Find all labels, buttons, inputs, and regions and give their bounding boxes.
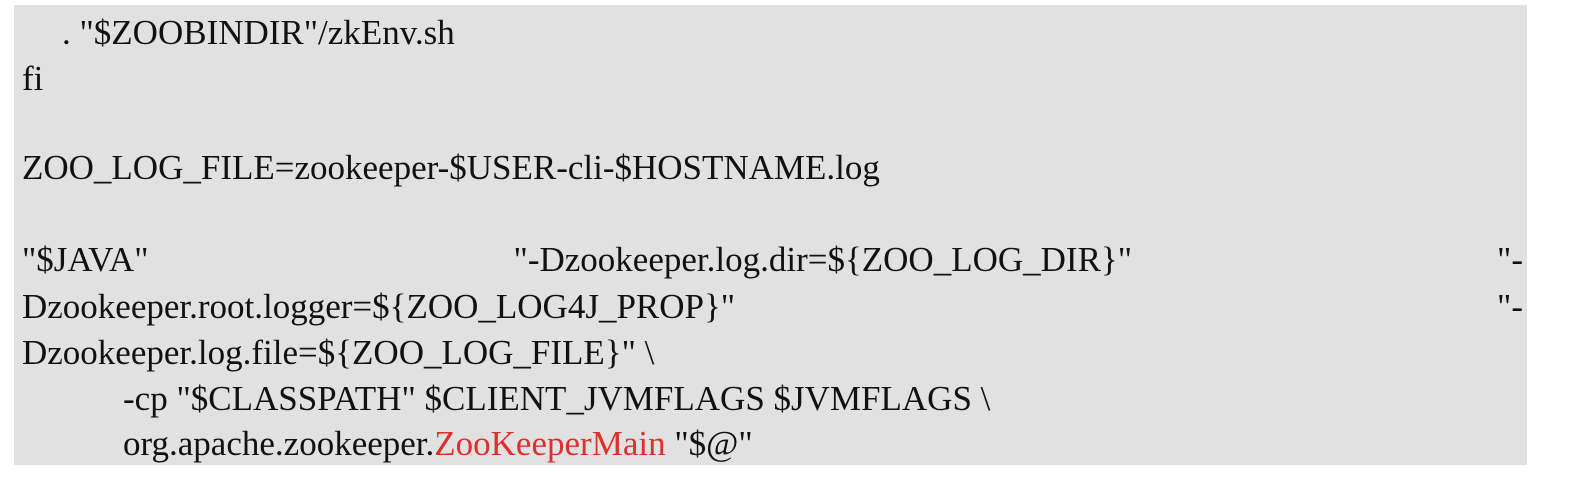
code-token-dash: "-: [1497, 240, 1523, 279]
code-token-args: "$@": [665, 424, 753, 463]
code-token-package: org.apache.zookeeper.: [123, 424, 435, 463]
code-token-root-logger: Dzookeeper.root.logger=${ZOO_LOG4J_PROP}…: [22, 287, 736, 326]
code-token-main-class-highlight: ZooKeeperMain: [434, 424, 666, 463]
code-line-main-class: org.apache.zookeeper.ZooKeeperMain "$@": [22, 421, 1523, 467]
code-token-java: "$JAVA": [22, 240, 149, 279]
code-token-log-dir: "-Dzookeeper.log.dir=${ZOO_LOG_DIR}": [513, 240, 1132, 279]
code-token-dash: "-: [1497, 287, 1523, 326]
code-line-classpath: -cp "$CLASSPATH" $CLIENT_JVMFLAGS $JVMFL…: [123, 379, 991, 418]
code-line-log-file: Dzookeeper.log.file=${ZOO_LOG_FILE}" \: [22, 333, 655, 372]
code-line-java-command: "$JAVA" "-Dzookeeper.log.dir=${ZOO_LOG_D…: [22, 237, 1523, 283]
code-line-fi: fi: [22, 59, 44, 98]
code-line-root-logger: Dzookeeper.root.logger=${ZOO_LOG4J_PROP}…: [22, 284, 1523, 330]
code-block: . "$ZOOBINDIR"/zkEnv.sh fi ZOO_LOG_FILE=…: [14, 5, 1527, 465]
code-line-source-zkenv: . "$ZOOBINDIR"/zkEnv.sh: [62, 13, 455, 52]
code-line-zoo-log-file: ZOO_LOG_FILE=zookeeper-$USER-cli-$HOSTNA…: [22, 148, 880, 187]
